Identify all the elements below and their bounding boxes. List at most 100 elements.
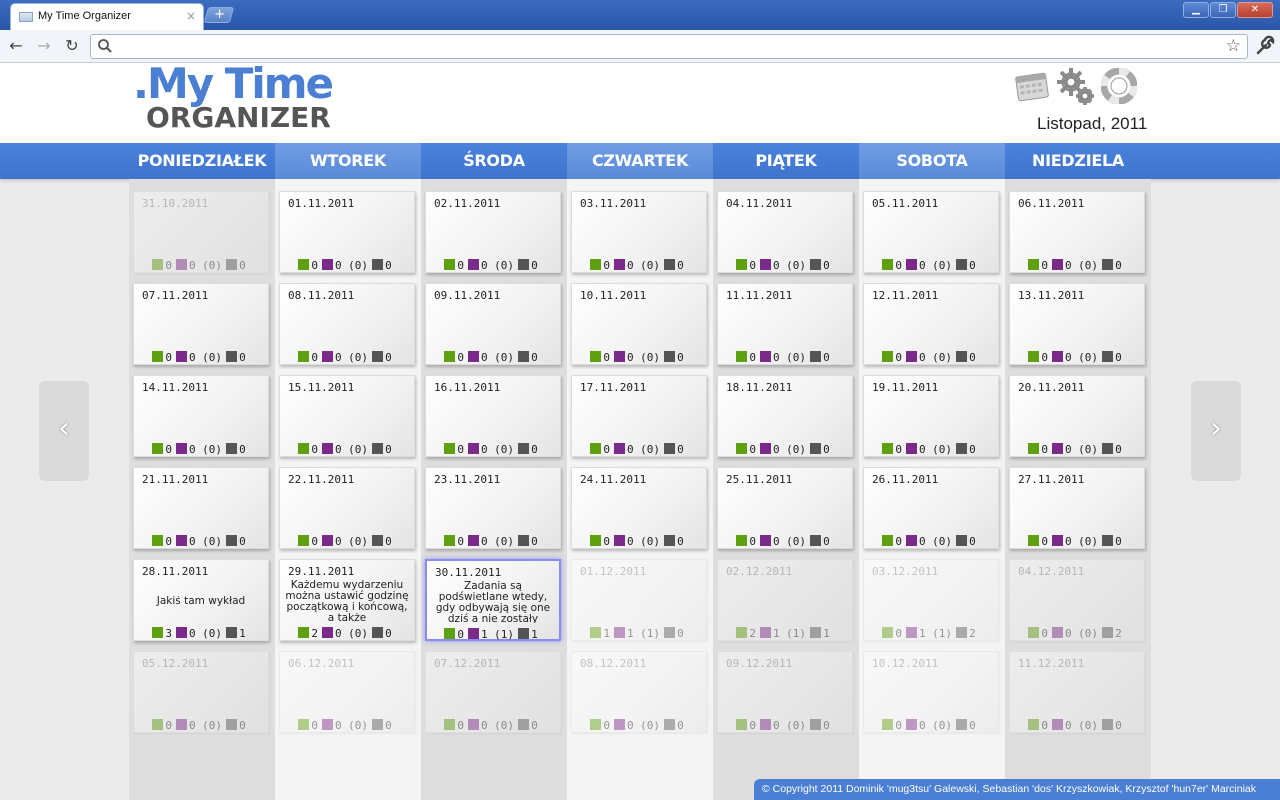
restore-button[interactable]: ❐: [1210, 2, 1236, 18]
day-cell[interactable]: 09.11.2011 0 0 (0) 0: [425, 283, 561, 365]
day-date: 06.12.2011: [288, 657, 355, 670]
day-cell[interactable]: 10.11.2011 0 0 (0) 0: [571, 283, 707, 365]
day-date: 01.12.2011: [580, 565, 647, 578]
day-cell[interactable]: 21.11.2011 0 0 (0) 0: [133, 467, 269, 549]
purple-event-count: 0 (0): [918, 535, 953, 548]
day-date: 14.11.2011: [142, 381, 209, 394]
day-cell-today[interactable]: 30.11.2011 Zadania są podświetlane wtedy,…: [425, 559, 561, 641]
forward-button[interactable]: →: [32, 34, 56, 58]
day-cell[interactable]: 01.11.2011 0 0 (0) 0: [279, 191, 415, 273]
gray-done-count: 0: [239, 719, 246, 732]
day-cell[interactable]: 23.11.2011 0 0 (0) 0: [425, 467, 561, 549]
help-lifebuoy-icon[interactable]: [1101, 68, 1137, 104]
tab-close-icon[interactable]: ×: [186, 9, 196, 23]
settings-gears-icon[interactable]: [1056, 67, 1098, 109]
logo-subtitle[interactable]: ORGANIZER: [146, 101, 331, 134]
day-cell[interactable]: 13.11.2011 0 0 (0) 0: [1009, 283, 1145, 365]
purple-event-square-icon: [175, 719, 187, 730]
calendar-icon[interactable]: [1014, 69, 1050, 105]
day-cell[interactable]: 17.11.2011 0 0 (0) 0: [571, 375, 707, 457]
day-event-note[interactable]: Każdemu wydarzeniu można ustawić godzinę…: [284, 580, 410, 622]
next-month-button[interactable]: ›: [1191, 381, 1241, 481]
green-task-square-icon: [444, 628, 456, 639]
day-cell[interactable]: 02.12.2011 2 1 (1) 1: [717, 559, 853, 641]
day-cell[interactable]: 26.11.2011 0 0 (0) 0: [863, 467, 999, 549]
day-cell[interactable]: 29.11.2011 Każdemu wydarzeniu można ustaw…: [279, 559, 415, 641]
day-cell[interactable]: 31.10.2011 0 0 (0) 0: [133, 191, 269, 273]
day-cell[interactable]: 28.11.2011 Jakiś tam wykład 3 0 (0) 1: [133, 559, 269, 641]
green-task-count: 0: [165, 351, 172, 364]
gray-done-square-icon: [956, 535, 968, 546]
wrench-icon[interactable]: [1254, 34, 1276, 58]
day-cell[interactable]: 19.11.2011 0 0 (0) 0: [863, 375, 999, 457]
green-task-count: 0: [603, 719, 610, 732]
minimize-button[interactable]: ▁: [1183, 2, 1209, 18]
day-cell[interactable]: 22.11.2011 0 0 (0) 0: [279, 467, 415, 549]
day-cell[interactable]: 15.11.2011 0 0 (0) 0: [279, 375, 415, 457]
weekday-label: CZWARTEK: [567, 143, 713, 179]
day-cell[interactable]: 20.11.2011 0 0 (0) 0: [1009, 375, 1145, 457]
day-cell[interactable]: 25.11.2011 0 0 (0) 0: [717, 467, 853, 549]
day-date: 04.12.2011: [1018, 565, 1085, 578]
day-cell[interactable]: 10.12.2011 0 0 (0) 0: [863, 651, 999, 733]
gray-done-square-icon: [1102, 351, 1114, 362]
day-date: 16.11.2011: [434, 381, 501, 394]
day-date: 20.11.2011: [1018, 381, 1085, 394]
day-cell[interactable]: 06.11.2011 0 0 (0) 0: [1009, 191, 1145, 273]
green-task-square-icon: [736, 719, 748, 730]
bookmark-star-icon[interactable]: ☆: [1226, 36, 1241, 56]
day-cell[interactable]: 05.12.2011 0 0 (0) 0: [133, 651, 269, 733]
reload-button[interactable]: ↻: [60, 34, 84, 58]
day-cell[interactable]: 05.11.2011 0 0 (0) 0: [863, 191, 999, 273]
gray-done-square-icon: [956, 443, 968, 454]
purple-event-count: 0 (0): [918, 259, 953, 272]
day-cell[interactable]: 12.11.2011 0 0 (0) 0: [863, 283, 999, 365]
day-cell[interactable]: 02.11.2011 0 0 (0) 0: [425, 191, 561, 273]
purple-event-count: 1 (1): [772, 627, 807, 640]
gray-done-square-icon: [810, 351, 822, 362]
day-cell[interactable]: 08.12.2011 0 0 (0) 0: [571, 651, 707, 733]
day-cell[interactable]: 14.11.2011 0 0 (0) 0: [133, 375, 269, 457]
green-task-square-icon: [444, 719, 456, 730]
gray-done-count: 0: [969, 443, 976, 456]
purple-event-count: 0 (0): [772, 259, 807, 272]
close-window-button[interactable]: ✕: [1237, 2, 1273, 18]
day-cell[interactable]: 18.11.2011 0 0 (0) 0: [717, 375, 853, 457]
day-cell[interactable]: 08.11.2011 0 0 (0) 0: [279, 283, 415, 365]
day-stats: 0 0 (0) 0: [718, 351, 852, 364]
green-task-square-icon: [152, 627, 164, 638]
prev-month-button[interactable]: ‹: [39, 381, 89, 481]
day-cell[interactable]: 24.11.2011 0 0 (0) 0: [571, 467, 707, 549]
day-cell[interactable]: 01.12.2011 1 1 (1) 0: [571, 559, 707, 641]
back-button[interactable]: ←: [4, 34, 28, 58]
day-event-note[interactable]: Zadania są podświetlane wtedy, gdy odbyw…: [431, 581, 555, 623]
green-task-count: 0: [749, 351, 756, 364]
day-cell[interactable]: 03.12.2011 0 1 (1) 2: [863, 559, 999, 641]
purple-event-square-icon: [321, 719, 333, 730]
day-date: 25.11.2011: [726, 473, 793, 486]
purple-event-count: 1 (1): [480, 628, 515, 641]
purple-event-square-icon: [1051, 259, 1063, 270]
gray-done-count: 0: [1115, 259, 1122, 272]
purple-event-square-icon: [467, 443, 479, 454]
day-cell[interactable]: 04.12.2011 0 0 (0) 2: [1009, 559, 1145, 641]
browser-tab[interactable]: My Time Organizer ×: [10, 3, 204, 30]
green-task-square-icon: [298, 351, 310, 362]
day-cell[interactable]: 04.11.2011 0 0 (0) 0: [717, 191, 853, 273]
purple-event-count: 0 (0): [772, 443, 807, 456]
chevron-right-icon: ›: [1210, 411, 1222, 446]
day-cell[interactable]: 06.12.2011 0 0 (0) 0: [279, 651, 415, 733]
gray-done-square-icon: [956, 259, 968, 270]
day-cell[interactable]: 11.12.2011 0 0 (0) 0: [1009, 651, 1145, 733]
new-tab-button[interactable]: +: [203, 7, 235, 23]
day-cell[interactable]: 27.11.2011 0 0 (0) 0: [1009, 467, 1145, 549]
day-stats: 0 0 (0) 0: [718, 719, 852, 732]
day-cell[interactable]: 11.11.2011 0 0 (0) 0: [717, 283, 853, 365]
gray-done-count: 0: [677, 351, 684, 364]
day-cell[interactable]: 09.12.2011 0 0 (0) 0: [717, 651, 853, 733]
day-cell[interactable]: 07.12.2011 0 0 (0) 0: [425, 651, 561, 733]
day-cell[interactable]: 03.11.2011 0 0 (0) 0: [571, 191, 707, 273]
day-cell[interactable]: 07.11.2011 0 0 (0) 0: [133, 283, 269, 365]
day-cell[interactable]: 16.11.2011 0 0 (0) 0: [425, 375, 561, 457]
address-bar[interactable]: ☆: [90, 34, 1248, 59]
